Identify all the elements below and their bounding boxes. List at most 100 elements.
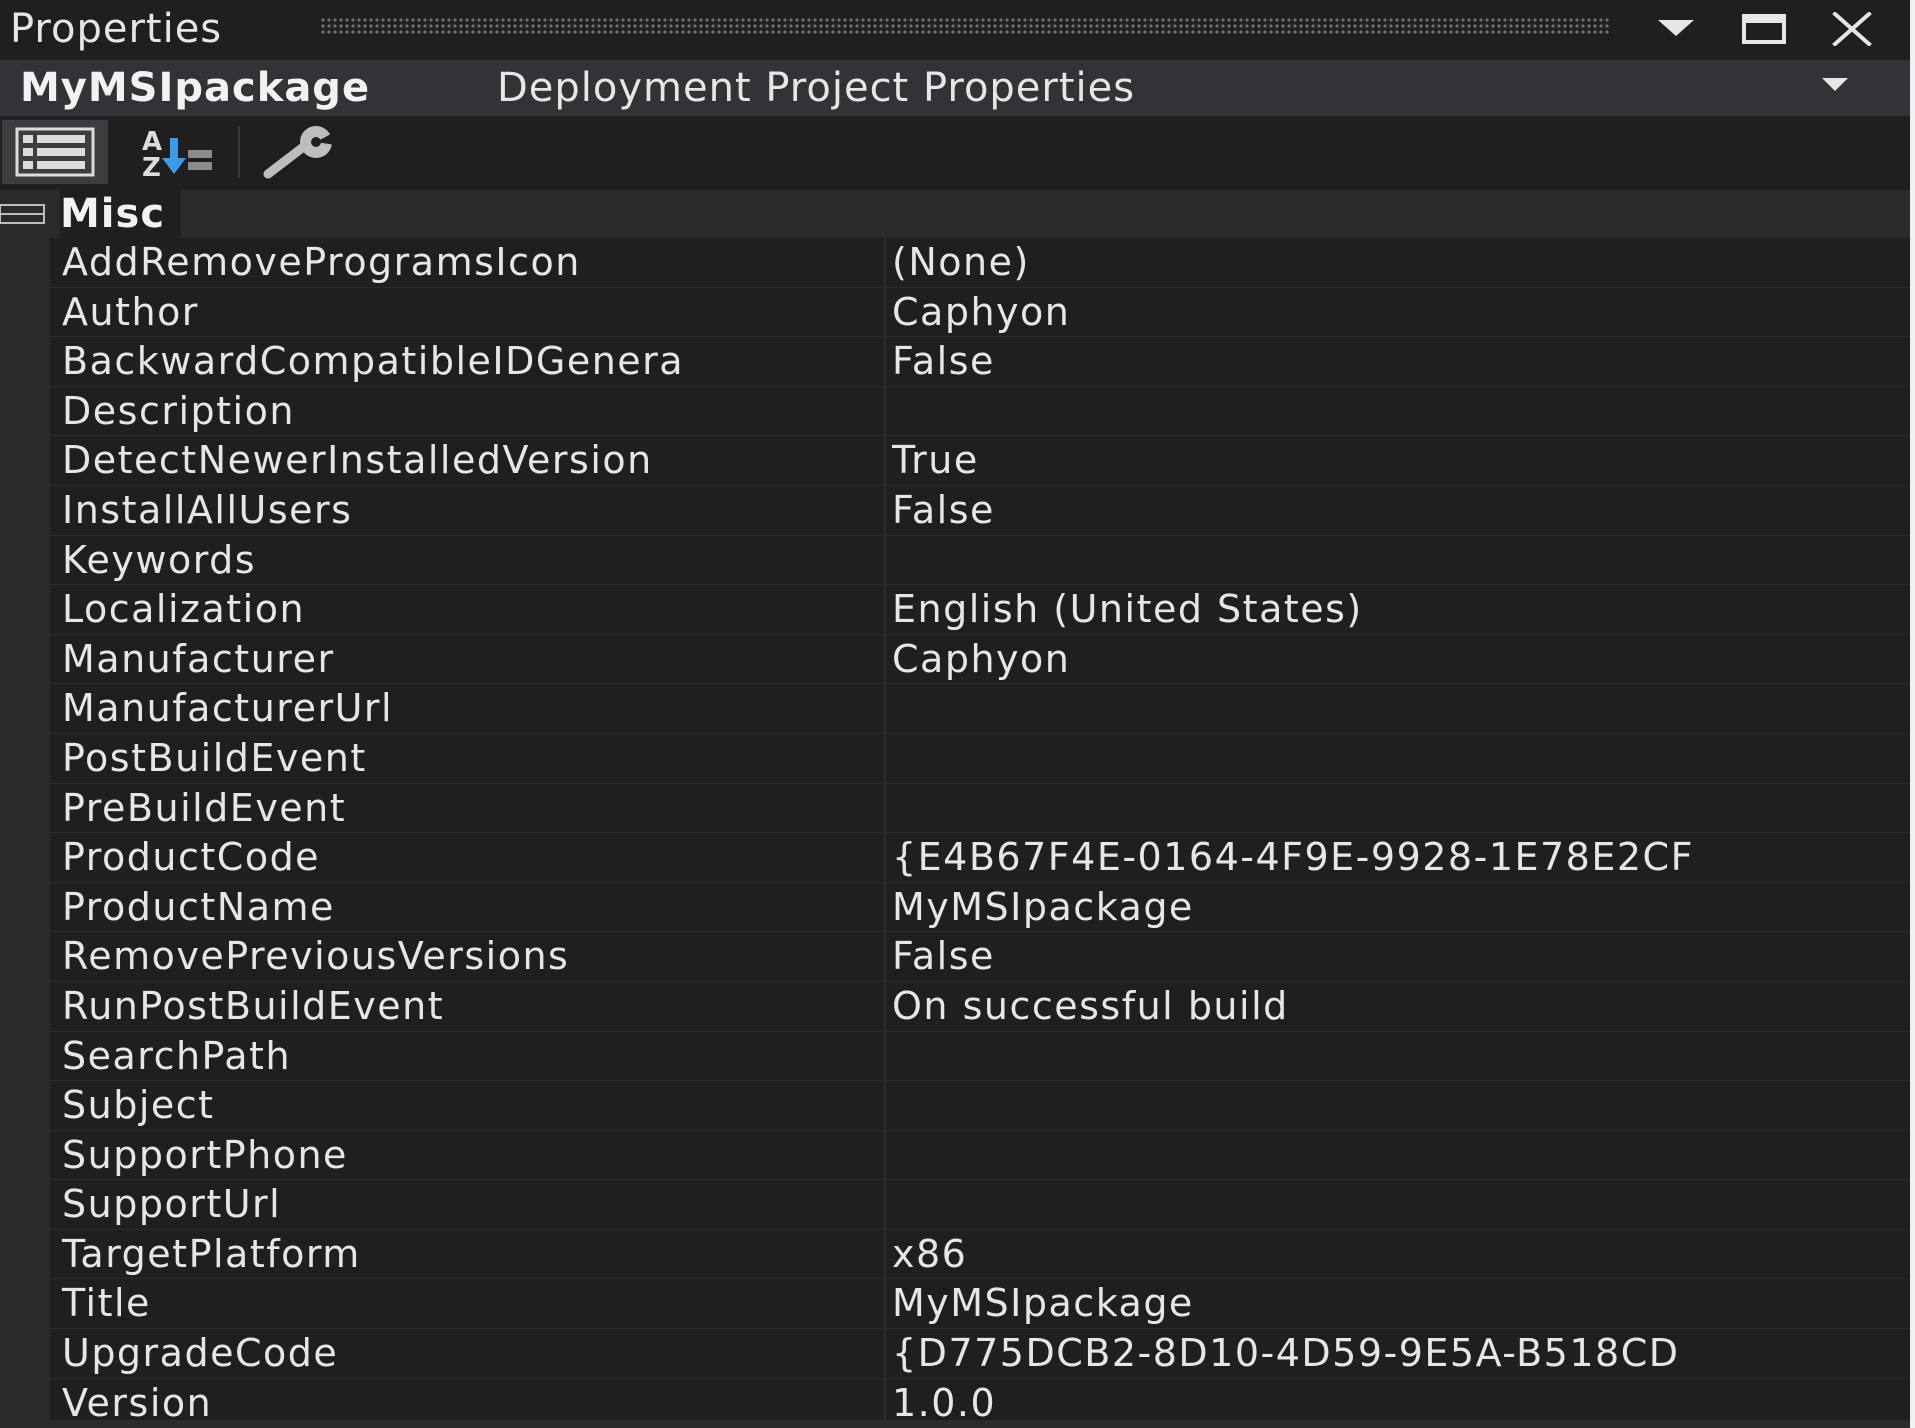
close-button[interactable] xyxy=(1824,4,1880,54)
property-row[interactable]: UpgradeCode {D775DCB2-8D10-4D59-9E5A-B518… xyxy=(50,1329,1915,1379)
property-value[interactable]: {E4B67F4E-0164-4F9E-9928-1E78E2CF xyxy=(892,833,1915,882)
property-name[interactable]: ProductName xyxy=(50,883,880,932)
property-name[interactable]: ManufacturerUrl xyxy=(50,684,880,733)
property-row[interactable]: SupportUrl xyxy=(50,1180,1915,1230)
column-divider[interactable] xyxy=(884,932,886,981)
column-divider[interactable] xyxy=(884,981,886,1031)
column-divider[interactable] xyxy=(884,1180,886,1229)
property-name[interactable]: SearchPath xyxy=(50,1032,880,1081)
column-divider[interactable] xyxy=(884,1031,886,1081)
property-row[interactable]: SupportPhone xyxy=(50,1130,1915,1181)
property-name[interactable]: TargetPlatform xyxy=(50,1230,880,1279)
property-row[interactable]: ManufacturerUrl xyxy=(50,684,1915,734)
property-row[interactable]: ProductCode {E4B67F4E-0164-4F9E-9928-1E78… xyxy=(50,833,1915,883)
property-row[interactable]: AddRemoveProgramsIcon (None) xyxy=(50,238,1915,288)
property-row[interactable]: SearchPath xyxy=(50,1031,1915,1082)
property-value[interactable] xyxy=(892,734,1915,783)
column-divider[interactable] xyxy=(884,1130,886,1180)
property-value[interactable]: On successful build xyxy=(892,982,1915,1031)
property-row[interactable]: TargetPlatform x86 xyxy=(50,1229,1915,1280)
property-name[interactable]: Keywords xyxy=(50,536,880,585)
column-divider[interactable] xyxy=(884,634,886,684)
property-row[interactable]: RemovePreviousVersions False xyxy=(50,932,1915,982)
property-value[interactable] xyxy=(892,387,1915,436)
property-name[interactable]: PostBuildEvent xyxy=(50,734,880,783)
property-name[interactable]: Description xyxy=(50,387,880,436)
property-row[interactable]: ProductName MyMSIpackage xyxy=(50,882,1915,933)
column-divider[interactable] xyxy=(884,436,886,485)
property-row[interactable]: Author Caphyon xyxy=(50,287,1915,338)
property-row[interactable]: DetectNewerInstalledVersion True xyxy=(50,436,1915,486)
property-row[interactable]: BackwardCompatibleIDGenera False xyxy=(50,337,1915,387)
alphabetical-button[interactable]: A Z xyxy=(118,120,224,184)
property-name[interactable]: ProductCode xyxy=(50,833,880,882)
property-value[interactable] xyxy=(892,684,1915,733)
property-value[interactable]: Caphyon xyxy=(892,288,1915,337)
column-divider[interactable] xyxy=(884,1279,886,1329)
property-value[interactable]: MyMSIpackage xyxy=(892,1279,1915,1328)
property-row[interactable]: Manufacturer Caphyon xyxy=(50,634,1915,685)
property-name[interactable]: SupportPhone xyxy=(50,1131,880,1180)
property-name[interactable]: Subject xyxy=(50,1081,880,1130)
property-value[interactable]: True xyxy=(892,436,1915,485)
column-divider[interactable] xyxy=(884,287,886,337)
collapse-toggle-icon[interactable] xyxy=(0,204,46,224)
column-divider[interactable] xyxy=(884,783,886,833)
property-row[interactable]: InstallAllUsers False xyxy=(50,485,1915,536)
property-name[interactable]: UpgradeCode xyxy=(50,1329,880,1378)
property-name[interactable]: InstallAllUsers xyxy=(50,486,880,535)
property-value[interactable]: Caphyon xyxy=(892,635,1915,684)
property-name[interactable]: Manufacturer xyxy=(50,635,880,684)
column-divider[interactable] xyxy=(884,585,886,634)
property-row[interactable]: PostBuildEvent xyxy=(50,733,1915,784)
title-grip[interactable] xyxy=(320,17,1610,35)
property-name[interactable]: PreBuildEvent xyxy=(50,784,880,833)
property-name[interactable]: Title xyxy=(50,1279,880,1328)
property-row[interactable]: PreBuildEvent xyxy=(50,783,1915,834)
column-divider[interactable] xyxy=(884,833,886,882)
property-value[interactable]: (None) xyxy=(892,238,1915,287)
property-row[interactable]: Subject xyxy=(50,1081,1915,1131)
maximize-button[interactable] xyxy=(1736,4,1792,54)
property-name[interactable]: AddRemoveProgramsIcon xyxy=(50,238,880,287)
property-row[interactable]: Description xyxy=(50,386,1915,437)
property-value[interactable]: False xyxy=(892,486,1915,535)
title-bar[interactable]: Properties xyxy=(0,0,1915,58)
column-divider[interactable] xyxy=(884,386,886,436)
property-value[interactable]: False xyxy=(892,337,1915,386)
property-value[interactable]: MyMSIpackage xyxy=(892,883,1915,932)
column-divider[interactable] xyxy=(884,485,886,535)
property-value[interactable] xyxy=(892,1131,1915,1180)
property-row[interactable]: Localization English (United States) xyxy=(50,585,1915,635)
property-row[interactable]: Keywords xyxy=(50,535,1915,586)
property-name[interactable]: Localization xyxy=(50,585,880,634)
property-name[interactable]: BackwardCompatibleIDGenera xyxy=(50,337,880,386)
column-divider[interactable] xyxy=(884,1229,886,1279)
object-selector[interactable]: MyMSIpackage Deployment Project Properti… xyxy=(0,60,1915,116)
column-divider[interactable] xyxy=(884,1329,886,1378)
property-value[interactable] xyxy=(892,536,1915,585)
column-divider[interactable] xyxy=(884,535,886,585)
property-name[interactable]: Author xyxy=(50,288,880,337)
property-value[interactable]: English (United States) xyxy=(892,585,1915,634)
property-value[interactable] xyxy=(892,784,1915,833)
column-divider[interactable] xyxy=(884,882,886,932)
column-divider[interactable] xyxy=(884,238,886,287)
property-value[interactable]: False xyxy=(892,932,1915,981)
category-misc[interactable]: Misc xyxy=(0,190,1915,238)
property-value[interactable]: {D775DCB2-8D10-4D59-9E5A-B518CD xyxy=(892,1329,1915,1378)
column-divider[interactable] xyxy=(884,684,886,733)
property-name[interactable]: DetectNewerInstalledVersion xyxy=(50,436,880,485)
window-position-button[interactable] xyxy=(1648,4,1704,54)
property-name[interactable]: RemovePreviousVersions xyxy=(50,932,880,981)
property-value[interactable] xyxy=(892,1032,1915,1081)
column-divider[interactable] xyxy=(884,1081,886,1130)
column-divider[interactable] xyxy=(884,337,886,386)
chevron-down-icon[interactable] xyxy=(1822,78,1848,92)
property-value[interactable] xyxy=(892,1180,1915,1229)
property-name[interactable]: RunPostBuildEvent xyxy=(50,982,880,1031)
property-value[interactable] xyxy=(892,1081,1915,1130)
property-name[interactable]: SupportUrl xyxy=(50,1180,880,1229)
property-row[interactable]: RunPostBuildEvent On successful build xyxy=(50,981,1915,1032)
property-row[interactable]: Title MyMSIpackage xyxy=(50,1279,1915,1330)
